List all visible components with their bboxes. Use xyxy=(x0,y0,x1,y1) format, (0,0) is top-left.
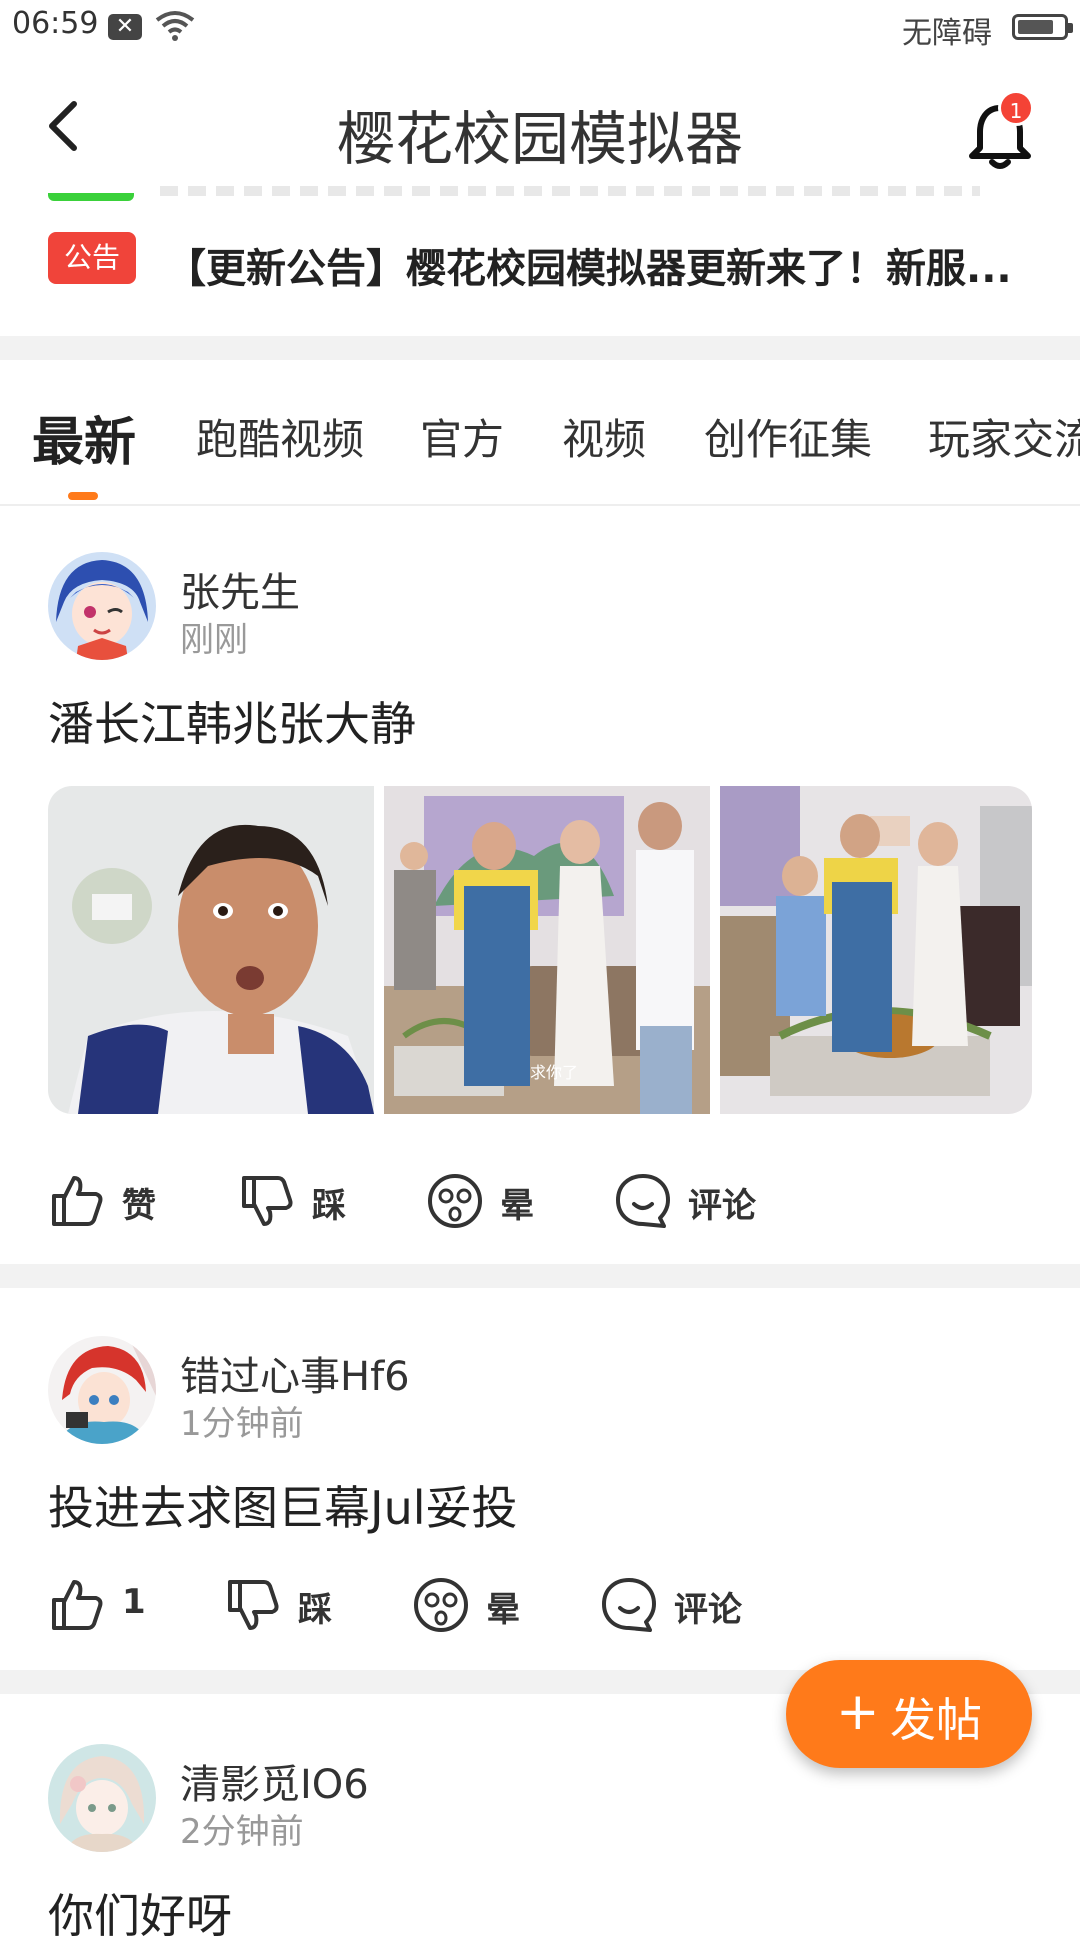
tab-active-indicator xyxy=(68,492,98,500)
notification-badge: 1 xyxy=(998,90,1034,126)
announcement-strip-decoration xyxy=(48,193,134,201)
comment-button[interactable]: 评论 xyxy=(614,1166,784,1236)
comment-icon xyxy=(616,1174,670,1228)
status-time: 06:59 xyxy=(12,6,99,41)
status-bar: 06:59 ✕ 无障碍 xyxy=(0,0,1080,54)
avatar[interactable] xyxy=(48,1336,156,1444)
post-card[interactable]: 清影觅IO6 2分钟前 你们好呀 xyxy=(0,1744,1080,1943)
dizzy-button[interactable]: 晕 xyxy=(426,1166,576,1236)
post-image[interactable] xyxy=(720,786,1032,1114)
thumbs-down-icon xyxy=(242,1176,293,1226)
announcement-tag: 公告 xyxy=(48,232,136,284)
post-image[interactable]: 求你了 xyxy=(384,786,710,1114)
post-username[interactable]: 错过心事Hf6 xyxy=(180,1344,410,1402)
tab-latest[interactable]: 最新 xyxy=(32,400,136,475)
post-image[interactable] xyxy=(48,786,374,1114)
post-time: 刚刚 xyxy=(180,620,248,660)
post-text[interactable]: 潘长江韩兆张大静 xyxy=(48,688,416,754)
comment-icon xyxy=(602,1578,656,1632)
like-count: 1 xyxy=(122,1582,146,1622)
post-time: 1分钟前 xyxy=(180,1404,304,1444)
dislike-button[interactable]: 踩 xyxy=(238,1166,388,1236)
tab-creation[interactable]: 创作征集 xyxy=(704,406,872,467)
page-title: 樱花校园模拟器 xyxy=(336,105,743,173)
avatar[interactable] xyxy=(48,1744,156,1852)
tab-video[interactable]: 视频 xyxy=(562,406,646,467)
dislike-button[interactable]: 踩 xyxy=(224,1570,374,1640)
new-post-label: 发帖 xyxy=(890,1693,982,1747)
post-username[interactable]: 张先生 xyxy=(180,560,300,618)
dizzy-label: 晕 xyxy=(486,1590,520,1630)
like-button[interactable]: 1 xyxy=(48,1570,188,1640)
notification-x-icon: ✕ xyxy=(108,14,142,40)
section-divider xyxy=(0,1264,1080,1288)
section-divider xyxy=(0,336,1080,360)
dizzy-face-icon xyxy=(428,1174,482,1228)
tab-parkour-video[interactable]: 跑酷视频 xyxy=(196,406,364,467)
announcement-faded-line xyxy=(160,186,980,196)
post-image-grid: 求你了 xyxy=(48,786,1032,1114)
post-card[interactable]: 错过心事Hf6 1分钟前 投进去求图巨幕Jul妥投 1 踩 晕 评论 xyxy=(0,1336,1080,1666)
post-text[interactable]: 投进去求图巨幕Jul妥投 xyxy=(48,1472,518,1538)
post-actions: 1 踩 晕 评论 xyxy=(48,1570,1032,1640)
notification-button[interactable]: 1 xyxy=(960,90,1040,170)
thumbs-up-icon xyxy=(52,1176,103,1226)
battery-level xyxy=(1018,20,1053,34)
announcement-text: 【更新公告】樱花校园模拟器更新来了！新服... xyxy=(166,246,1012,292)
image-subtitle: 求你了 xyxy=(530,1063,578,1082)
announcement-item[interactable]: 公告 【更新公告】樱花校园模拟器更新来了！新服... xyxy=(48,232,1048,292)
comment-button[interactable]: 评论 xyxy=(600,1570,770,1640)
thumbs-down-icon xyxy=(228,1580,279,1630)
battery-icon xyxy=(1012,14,1073,40)
post-text[interactable]: 你们好呀 xyxy=(48,1880,232,1946)
dizzy-button[interactable]: 晕 xyxy=(412,1570,562,1640)
post-card[interactable]: 张先生 刚刚 潘长江韩兆张大静 求你了 赞 踩 晕 评论 xyxy=(0,552,1080,1264)
accessibility-indicator: 无障碍 xyxy=(902,16,992,51)
new-post-button[interactable]: + 发帖 xyxy=(786,1660,1032,1768)
like-button[interactable]: 赞 xyxy=(48,1166,198,1236)
nav-bar: 樱花校园模拟器 1 xyxy=(0,64,1080,192)
post-username[interactable]: 清影觅IO6 xyxy=(180,1752,369,1810)
dislike-label: 踩 xyxy=(312,1186,346,1226)
comment-label: 评论 xyxy=(674,1590,742,1630)
post-actions: 赞 踩 晕 评论 xyxy=(48,1166,1032,1236)
dizzy-face-icon xyxy=(414,1578,468,1632)
post-time: 2分钟前 xyxy=(180,1812,304,1852)
tab-official[interactable]: 官方 xyxy=(420,406,504,467)
thumbs-up-icon xyxy=(52,1580,103,1630)
dizzy-label: 晕 xyxy=(500,1186,534,1226)
dislike-label: 踩 xyxy=(298,1590,332,1630)
wifi-icon xyxy=(155,11,195,41)
like-label: 赞 xyxy=(122,1186,156,1226)
avatar[interactable] xyxy=(48,552,156,660)
tab-player-chat[interactable]: 玩家交流 xyxy=(928,406,1080,467)
plus-icon: + xyxy=(836,1682,880,1742)
category-tabs: 最新 跑酷视频 官方 视频 创作征集 玩家交流 xyxy=(0,380,1080,506)
comment-label: 评论 xyxy=(688,1186,756,1226)
